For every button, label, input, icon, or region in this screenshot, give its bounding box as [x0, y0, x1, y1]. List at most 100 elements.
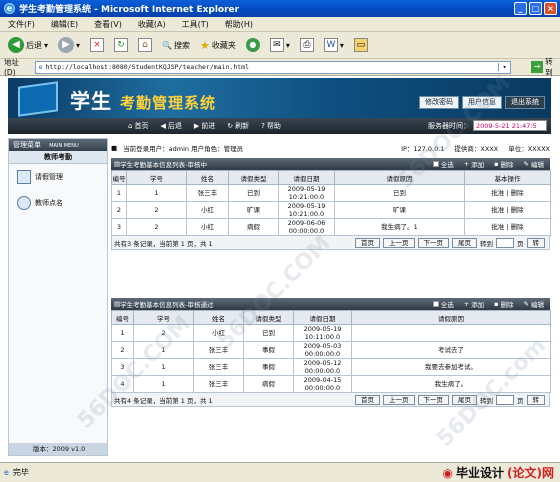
app-banner: 学生 考勤管理系统 修改密码 用户信息 退出系统 ⌂ 首页 ◀ 后退 ▶ 前进 ↻ 刷新…: [8, 78, 551, 134]
status-bar: e 完毕 ◉ 毕业设计 (论文)网: [0, 462, 560, 482]
nav-back[interactable]: ◀ 后退: [160, 121, 181, 131]
page-input[interactable]: [496, 394, 514, 405]
column-header: 编号: [111, 170, 127, 185]
server-time-value: 2009-5-21 21:47:5: [473, 120, 547, 131]
pager-text: 共有4 条记录，当前第 1 页，共 1: [114, 396, 213, 405]
browser-toolbar: ◀ 后退 ▾ ▶ ▾ × ↻ ⌂ 🔍 搜索 ★ 收藏夹 ● ✉ ▾ ⎙ W ▾ ▭: [0, 32, 560, 59]
folder-button[interactable]: ▭: [352, 35, 370, 55]
home-button[interactable]: ⌂: [136, 35, 154, 55]
menu-file[interactable]: 文件(F): [8, 19, 35, 30]
first-page-button[interactable]: 首页: [355, 394, 380, 405]
back-arrow-icon: ◀: [8, 37, 24, 53]
search-button[interactable]: 🔍 搜索: [160, 35, 192, 55]
delete-button[interactable]: ▪ 删除: [494, 299, 513, 309]
prev-page-button[interactable]: 上一页: [383, 394, 415, 405]
media-button[interactable]: ●: [244, 35, 262, 55]
minimize-button[interactable]: _: [514, 2, 527, 15]
user-info-button[interactable]: 用户信息: [462, 96, 502, 109]
menu-edit[interactable]: 编辑(E): [51, 19, 78, 30]
menu-view[interactable]: 查看(V): [94, 19, 122, 30]
forward-button[interactable]: ▶ ▾: [56, 35, 82, 55]
first-page-button[interactable]: 首页: [355, 237, 380, 248]
maximize-button[interactable]: □: [529, 2, 542, 15]
last-page-button[interactable]: 尾页: [452, 237, 477, 248]
edit-word-button[interactable]: W ▾: [322, 35, 346, 55]
table-cell: 已到: [228, 184, 279, 202]
mail-button[interactable]: ✉ ▾: [268, 35, 292, 55]
table-cell: 我生病了。1: [334, 218, 465, 236]
menu-favorites[interactable]: 收藏(A): [138, 19, 166, 30]
nav-forward[interactable]: ▶ 前进: [194, 121, 215, 131]
rollcall-icon: [17, 196, 31, 210]
server-time: 服务器时间： 2009-5-21 21:47:5: [428, 120, 547, 131]
column-header: 学号: [133, 310, 194, 325]
address-input[interactable]: e http://localhost:8080/StudentKQJSP/tea…: [34, 60, 512, 74]
exit-button[interactable]: 退出系统: [505, 96, 545, 109]
ip-info: IP：127.0.0.1: [401, 144, 445, 153]
table-cell[interactable]: 批准 | 删除: [464, 218, 551, 236]
add-button[interactable]: + 添加: [464, 159, 484, 169]
table-cell: 小红: [186, 218, 229, 236]
word-icon: W: [323, 38, 338, 52]
home-icon: ⌂: [138, 38, 153, 52]
plus-icon: +: [463, 300, 470, 308]
change-password-button[interactable]: 修改密码: [419, 96, 459, 109]
table-cell: 2009-05-19 10:11:00.0: [293, 324, 352, 342]
user-icon: ■: [111, 143, 118, 152]
back-button[interactable]: ◀ 后退 ▾: [6, 35, 50, 55]
window-titlebar: e 学生考勤管理系统 - Microsoft Internet Explorer…: [0, 0, 560, 17]
next-page-button[interactable]: 下一页: [417, 394, 449, 405]
table-row: 2 2 小红 旷课 2009-05-19 10:21:00.0 旷课 批准 | 删除: [111, 201, 551, 219]
select-all-button[interactable]: 全选: [432, 159, 454, 169]
page-input[interactable]: [496, 237, 514, 248]
table-cell[interactable]: 批准 | 删除: [464, 201, 551, 219]
checkbox-icon: [432, 301, 439, 307]
table-cell: 张三丰: [193, 341, 244, 359]
delete-button[interactable]: ▪ 删除: [494, 159, 513, 169]
column-header: 请假类型: [243, 310, 294, 325]
nav-refresh[interactable]: ↻ 刷新: [227, 121, 249, 131]
prev-page-button[interactable]: 上一页: [383, 237, 415, 248]
edit-button[interactable]: ✎ 编辑: [524, 299, 544, 309]
table-cell: 已到: [243, 324, 294, 342]
forward-icon: ▶: [193, 122, 200, 130]
favorites-button[interactable]: ★ 收藏夹: [198, 35, 238, 55]
go-page-button[interactable]: 转: [526, 237, 545, 248]
window-title: 学生考勤管理系统 - Microsoft Internet Explorer: [19, 5, 240, 15]
next-page-button[interactable]: 下一页: [417, 237, 449, 248]
go-button[interactable]: 转到: [545, 56, 560, 78]
forward-arrow-icon: ▶: [58, 37, 75, 53]
print-button[interactable]: ⎙: [298, 35, 316, 55]
pager: 共有3 条记录，当前第 1 页，共 1 首页 上一页 下一页 尾页 转到 页 转: [111, 236, 550, 250]
refresh-button[interactable]: ↻: [112, 35, 130, 55]
help-icon: ?: [261, 122, 265, 130]
unit-info: 单位：XXXXX: [508, 144, 550, 153]
table-cell: 我生病了。: [351, 375, 551, 393]
chevron-down-icon[interactable]: ▾: [498, 63, 510, 71]
nav-home[interactable]: ⌂ 首页: [128, 121, 148, 131]
menu-help[interactable]: 帮助(H): [225, 19, 253, 30]
select-all-button[interactable]: 全选: [432, 299, 454, 309]
close-button[interactable]: ×: [544, 2, 557, 15]
sidebar-item-rollcall[interactable]: 教师点名: [9, 190, 107, 216]
edit-button[interactable]: ✎ 编辑: [524, 159, 544, 169]
sidebar-item-leave[interactable]: 请假管理: [9, 164, 107, 190]
table-cell[interactable]: 批准 | 删除: [464, 184, 551, 202]
panel-title: 学生考勤基本信息列表-审核中: [120, 161, 208, 169]
menu-tools[interactable]: 工具(T): [182, 19, 209, 30]
column-header: 姓名: [186, 170, 229, 185]
table-cell: 4: [111, 375, 134, 393]
table-cell: 张三丰: [186, 184, 229, 202]
logo-mark-icon: ◉: [442, 465, 453, 480]
add-button[interactable]: + 添加: [464, 299, 484, 309]
stop-button[interactable]: ×: [88, 35, 106, 55]
go-page-button[interactable]: 转: [526, 394, 545, 405]
table-cell: 小红: [186, 201, 229, 219]
table-cell: 1: [133, 358, 194, 376]
back-icon: ◀: [160, 122, 166, 130]
go-arrow-icon[interactable]: →: [531, 61, 544, 73]
column-header: 请假日期: [293, 310, 352, 325]
nav-help[interactable]: ? 帮助: [261, 121, 281, 131]
last-page-button[interactable]: 尾页: [452, 394, 477, 405]
address-bar: 地址(D) e http://localhost:8080/StudentKQJ…: [0, 56, 560, 78]
